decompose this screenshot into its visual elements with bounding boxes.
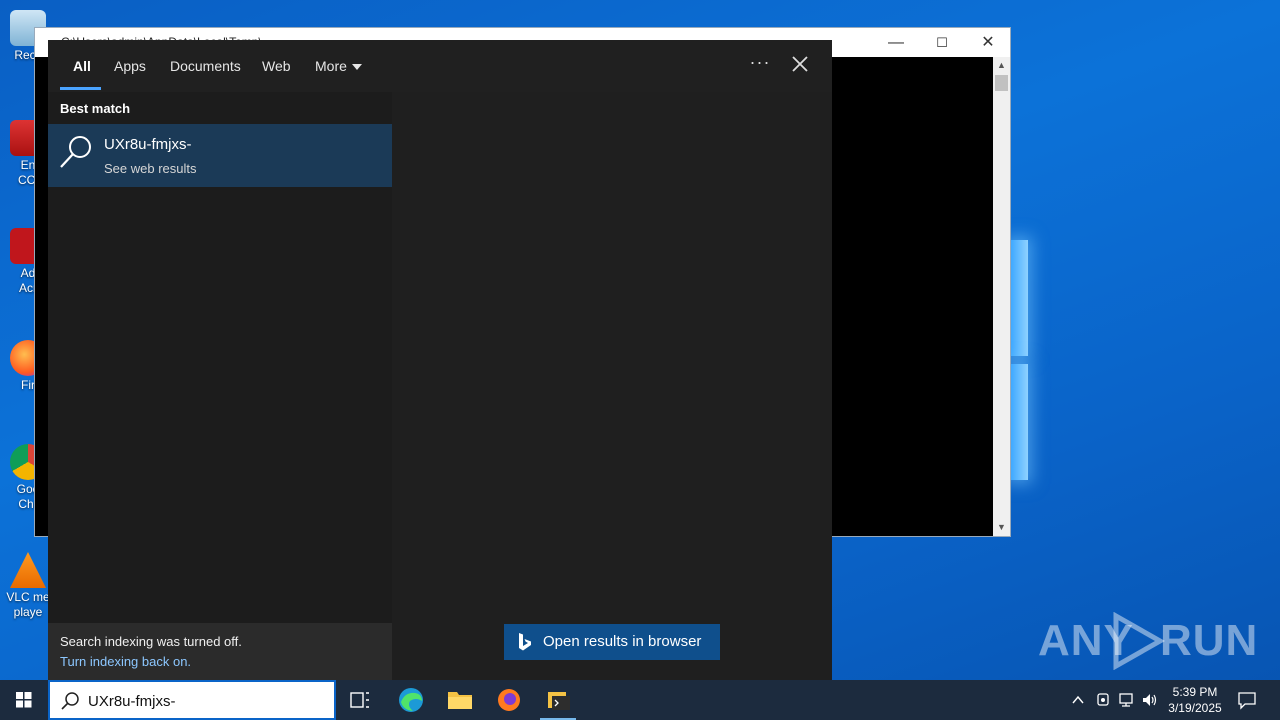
indexing-message: Search indexing was turned off. xyxy=(60,634,242,649)
indexing-notice: Search indexing was turned off. Turn ind… xyxy=(48,623,392,680)
console-scrollbar[interactable]: ▲ ▼ xyxy=(993,57,1010,536)
turn-indexing-on-link[interactable]: Turn indexing back on. xyxy=(60,654,191,669)
search-icon xyxy=(60,136,91,168)
chevron-down-icon xyxy=(351,64,362,71)
firefox-icon xyxy=(498,689,520,711)
windows-start-icon xyxy=(16,692,32,708)
tab-all[interactable]: All xyxy=(73,58,91,74)
scroll-thumb[interactable] xyxy=(995,75,1008,91)
play-logo-icon xyxy=(1113,612,1166,670)
tab-documents[interactable]: Documents xyxy=(170,58,241,74)
chevron-up-icon xyxy=(1072,695,1084,704)
bing-icon xyxy=(519,633,531,651)
device-icon xyxy=(1097,693,1109,706)
tab-more[interactable]: More xyxy=(315,58,362,74)
close-icon xyxy=(792,56,808,72)
taskbar: 5:39 PM 3/19/2025 xyxy=(0,680,1280,720)
taskbar-search-box[interactable] xyxy=(48,680,336,720)
desktop-icon-vlc[interactable]: VLC me playe xyxy=(4,552,52,620)
maximize-button[interactable]: ☐ xyxy=(920,32,964,54)
windows-wallpaper-logo xyxy=(1010,240,1030,480)
more-options-button[interactable]: ··· xyxy=(748,52,772,76)
folder-icon xyxy=(448,692,472,709)
best-match-heading: Best match xyxy=(60,101,131,116)
tab-more-label: More xyxy=(315,58,347,74)
taskbar-clock[interactable]: 5:39 PM 3/19/2025 xyxy=(1160,684,1230,716)
taskbar-console-app[interactable] xyxy=(538,684,578,720)
best-match-subtitle: See web results xyxy=(104,161,197,176)
taskbar-edge[interactable] xyxy=(391,684,431,716)
scroll-down-arrow-icon[interactable]: ▼ xyxy=(993,519,1010,536)
clock-date: 3/19/2025 xyxy=(1168,701,1222,715)
task-view-button[interactable] xyxy=(340,684,380,716)
search-icon xyxy=(61,692,79,710)
best-match-title: UXr8u-fmjxs- xyxy=(104,136,192,153)
task-view-icon xyxy=(350,692,369,708)
open-results-in-browser-button[interactable]: Open results in browser xyxy=(504,624,720,660)
vlc-icon xyxy=(10,552,46,588)
show-hidden-icons-button[interactable] xyxy=(1070,692,1086,720)
best-match-item[interactable]: UXr8u-fmjxs- See web results xyxy=(48,124,392,187)
volume-icon xyxy=(1143,694,1157,706)
notification-icon xyxy=(1238,692,1256,710)
scroll-up-arrow-icon[interactable]: ▲ xyxy=(993,57,1010,74)
results-column: Best match UXr8u-fmjxs- See web results … xyxy=(48,92,392,680)
clock-time: 5:39 PM xyxy=(1172,685,1218,699)
start-button[interactable] xyxy=(0,680,48,720)
close-window-button[interactable]: ✕ xyxy=(966,32,1010,54)
action-center-button[interactable] xyxy=(1236,689,1258,711)
search-tabs: All Apps Documents Web More ··· xyxy=(48,40,832,92)
edge-icon xyxy=(399,688,423,712)
taskbar-file-explorer[interactable] xyxy=(440,684,480,716)
taskbar-firefox[interactable] xyxy=(489,684,529,716)
open-results-label: Open results in browser xyxy=(543,633,702,650)
tray-device[interactable] xyxy=(1094,692,1112,720)
network-icon xyxy=(1119,693,1133,707)
minimize-button[interactable]: — xyxy=(874,32,918,54)
windows-search-panel: All Apps Documents Web More ··· Best mat… xyxy=(48,40,832,680)
anyrun-watermark: ANY RUN xyxy=(1038,612,1257,670)
tab-web[interactable]: Web xyxy=(262,58,291,74)
tray-volume[interactable] xyxy=(1141,692,1159,720)
tab-apps[interactable]: Apps xyxy=(114,58,146,74)
console-app-icon xyxy=(548,692,570,710)
preview-column: Open results in browser xyxy=(392,92,832,680)
active-tab-indicator xyxy=(60,87,101,90)
search-input[interactable] xyxy=(88,690,318,712)
tray-network[interactable] xyxy=(1118,692,1136,720)
close-search-button[interactable] xyxy=(788,52,812,76)
